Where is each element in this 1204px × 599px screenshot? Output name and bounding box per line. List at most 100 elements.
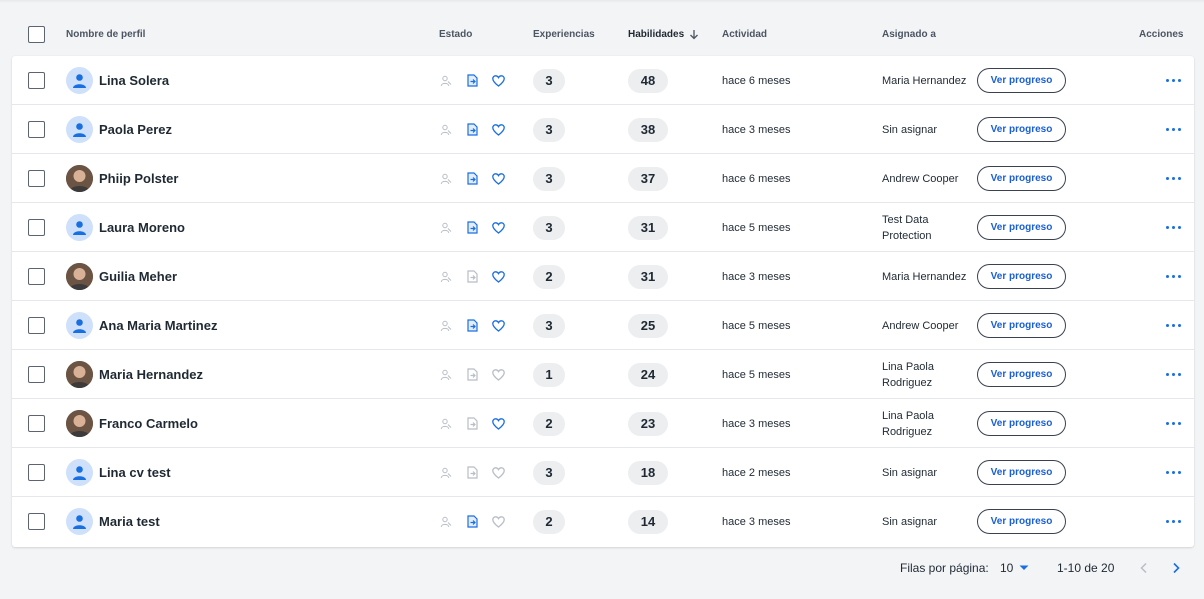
document-status-icon [465,417,479,431]
header-assigned-to[interactable]: Asignado a [882,14,936,54]
table-row[interactable]: Guilia Meher 2 31 hace 3 meses Maria Hernand… [12,252,1194,301]
profile-name[interactable]: Guilia Meher [99,269,177,284]
document-status-icon [465,515,479,529]
view-progress-button[interactable]: Ver progreso [977,215,1066,240]
profile-name[interactable]: Lina Solera [99,73,169,88]
more-actions-icon[interactable] [1166,275,1181,278]
profile-cell[interactable]: Laura Moreno [66,203,185,252]
profile-name[interactable]: Lina cv test [99,465,171,480]
chevron-left-icon[interactable] [1139,556,1149,580]
view-progress-button[interactable]: Ver progreso [977,117,1066,142]
document-status-icon [465,74,479,88]
table-row[interactable]: Phiip Polster 3 37 hace 6 meses Andrew Coope… [12,154,1194,203]
profile-cell[interactable]: Franco Carmelo [66,399,198,448]
row-checkbox[interactable] [28,464,45,481]
header-experiences[interactable]: Experiencias [533,14,595,54]
table-row[interactable]: Paola Perez 3 38 hace 3 meses Sin asignar Ver… [12,105,1194,154]
row-checkbox[interactable] [28,366,45,383]
actions-cell [1166,350,1181,399]
profile-status-icon [439,515,453,529]
table-row[interactable]: Franco Carmelo 2 23 hace 3 meses Lina Paola … [12,399,1194,448]
profile-name[interactable]: Franco Carmelo [99,416,198,431]
more-actions-icon[interactable] [1166,422,1181,425]
profile-cell[interactable]: Paola Perez [66,105,172,154]
activity-cell: hace 3 meses [722,105,790,154]
row-checkbox[interactable] [28,170,45,187]
profile-cell[interactable]: Lina Solera [66,56,169,105]
table-row[interactable]: Lina Solera 3 48 hace 6 meses Maria Hernande… [12,56,1194,105]
row-checkbox[interactable] [28,513,45,530]
heart-icon [491,74,505,88]
skills-cell: 38 [628,105,668,154]
table-row[interactable]: Ana Maria Martinez 3 25 hace 5 meses Andrew … [12,301,1194,350]
more-actions-icon[interactable] [1166,79,1181,82]
profile-cell[interactable]: Lina cv test [66,448,171,497]
profile-cell[interactable]: Guilia Meher [66,252,177,301]
more-actions-icon[interactable] [1166,226,1181,229]
experiences-count: 2 [533,509,565,534]
header-skills[interactable]: Habilidades [628,14,699,54]
view-progress-button[interactable]: Ver progreso [977,509,1066,534]
view-progress-button[interactable]: Ver progreso [977,313,1066,338]
actions-cell [1166,301,1181,350]
profile-name[interactable]: Maria Hernandez [99,367,203,382]
profile-cell[interactable]: Maria Hernandez [66,350,203,399]
assigned-cell: Sin asignar [882,105,972,154]
rows-per-page-select[interactable]: 10 [1000,556,1029,580]
profile-name[interactable]: Paola Perez [99,122,172,137]
row-select-cell [28,399,45,448]
chevron-right-icon[interactable] [1171,556,1181,580]
skills-count: 31 [628,215,668,240]
assigned-to: Maria Hernandez [882,74,967,87]
header-status[interactable]: Estado [439,14,472,54]
experiences-count: 3 [533,313,565,338]
heart-icon [491,319,505,333]
table-row[interactable]: Maria test 2 14 hace 3 meses Sin asignar Ver … [12,497,1194,546]
header-activity[interactable]: Actividad [722,14,767,54]
more-actions-icon[interactable] [1166,520,1181,523]
progress-cell: Ver progreso [977,105,1066,154]
header-profile-name[interactable]: Nombre de perfil [66,14,145,54]
profile-cell[interactable]: Ana Maria Martinez [66,301,217,350]
more-actions-icon[interactable] [1166,471,1181,474]
select-all-checkbox[interactable] [28,25,45,43]
view-progress-button[interactable]: Ver progreso [977,460,1066,485]
profile-status-icon [439,74,453,88]
row-checkbox[interactable] [28,72,45,89]
heart-icon [491,368,505,382]
more-actions-icon[interactable] [1166,177,1181,180]
row-checkbox[interactable] [28,121,45,138]
row-checkbox[interactable] [28,415,45,432]
table-row[interactable]: Lina cv test 3 18 hace 2 meses Sin asignar Ve… [12,448,1194,497]
row-select-cell [28,350,45,399]
profile-name[interactable]: Ana Maria Martinez [99,318,217,333]
view-progress-button[interactable]: Ver progreso [977,166,1066,191]
skills-count: 37 [628,166,668,191]
skills-count: 23 [628,411,668,436]
view-progress-button[interactable]: Ver progreso [977,362,1066,387]
skills-count: 24 [628,362,668,387]
view-progress-button[interactable]: Ver progreso [977,68,1066,93]
caret-down-icon [1019,565,1029,571]
row-checkbox[interactable] [28,317,45,334]
view-progress-button[interactable]: Ver progreso [977,264,1066,289]
experiences-cell: 3 [533,448,565,497]
table-row[interactable]: Maria Hernandez 1 24 hace 5 meses Lina Paola… [12,350,1194,399]
assigned-to: Sin asignar [882,515,938,528]
table-row[interactable]: Laura Moreno 3 31 hace 5 meses Test Data Pro… [12,203,1194,252]
more-actions-icon[interactable] [1166,373,1181,376]
profile-status-icon [439,368,453,382]
profile-name[interactable]: Laura Moreno [99,220,185,235]
profile-cell[interactable]: Maria test [66,497,160,546]
status-cell [439,301,517,350]
profile-name[interactable]: Phiip Polster [99,171,178,186]
assigned-cell: Maria Hernandez [882,252,972,301]
row-checkbox[interactable] [28,268,45,285]
profile-name[interactable]: Maria test [99,514,160,529]
more-actions-icon[interactable] [1166,128,1181,131]
profile-cell[interactable]: Phiip Polster [66,154,178,203]
view-progress-button[interactable]: Ver progreso [977,411,1066,436]
row-checkbox[interactable] [28,219,45,236]
more-actions-icon[interactable] [1166,324,1181,327]
arrow-down-icon[interactable] [689,29,699,40]
